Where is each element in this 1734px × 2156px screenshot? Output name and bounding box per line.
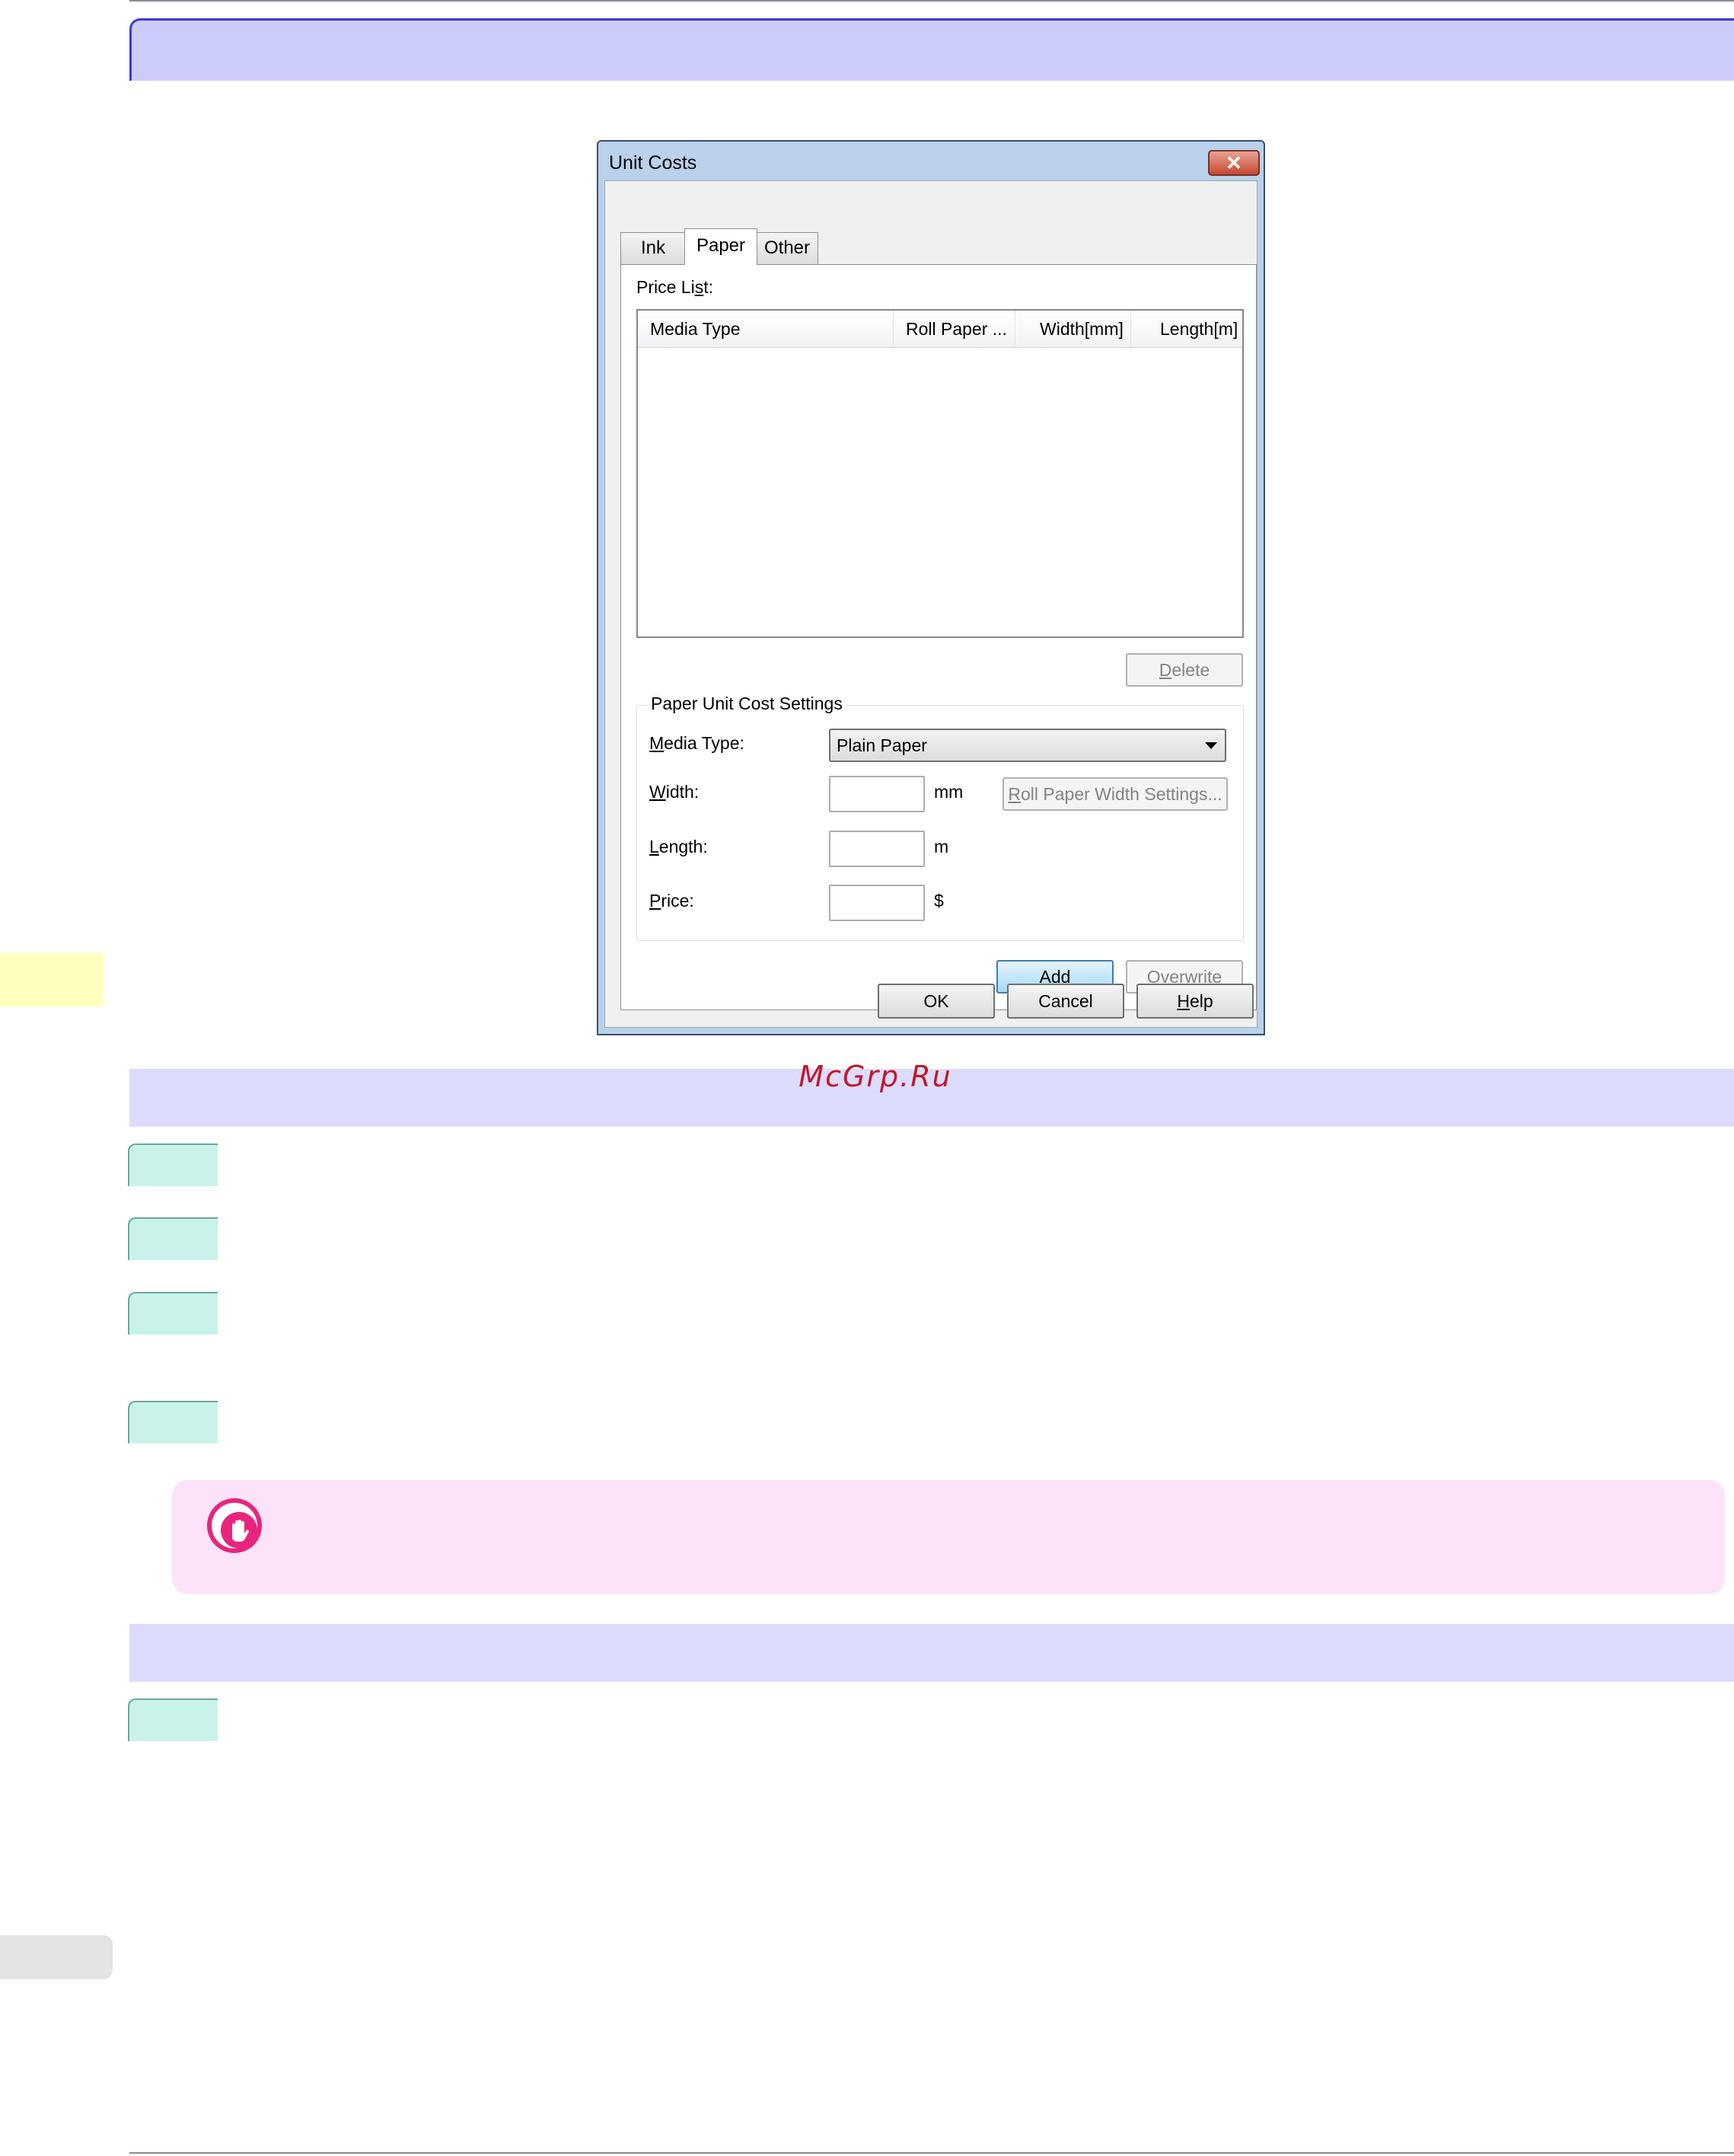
price-unit: $ bbox=[934, 891, 944, 911]
tab-paper[interactable]: Paper bbox=[684, 228, 757, 265]
side-marker-gray bbox=[0, 1935, 113, 1979]
dialog-body: Ink Paper Other Price List: Media Type R… bbox=[604, 180, 1257, 1028]
price-list[interactable]: Media Type Roll Paper ... Width[mm] Leng… bbox=[636, 309, 1244, 638]
price-list-label: Price List: bbox=[636, 277, 713, 297]
bottom-rule bbox=[129, 2152, 1734, 2154]
dialog-title: Unit Costs bbox=[609, 152, 697, 174]
page-title-band bbox=[129, 18, 1734, 81]
price-input[interactable] bbox=[829, 885, 925, 921]
help-button[interactable]: Help bbox=[1136, 984, 1254, 1019]
width-unit: mm bbox=[934, 782, 964, 802]
side-marker-yellow bbox=[0, 953, 104, 1006]
column-roll-paper[interactable]: Roll Paper ... bbox=[894, 311, 1015, 347]
close-icon: ✕ bbox=[1226, 151, 1242, 174]
step-marker-1 bbox=[128, 1143, 218, 1186]
group-title: Paper Unit Cost Settings bbox=[648, 694, 846, 714]
step-marker-4 bbox=[128, 1401, 218, 1443]
length-unit: m bbox=[934, 837, 949, 856]
step-marker-2 bbox=[128, 1217, 218, 1260]
width-label: Width: bbox=[649, 782, 700, 802]
media-type-select[interactable]: Plain Paper bbox=[829, 729, 1226, 762]
width-input[interactable] bbox=[829, 776, 925, 812]
tab-ink-label: Ink bbox=[640, 238, 665, 258]
paper-unit-cost-group: Paper Unit Cost Settings Media Type: Pla… bbox=[636, 694, 1244, 941]
media-type-value: Plain Paper bbox=[837, 735, 927, 755]
paper-tab-panel: Price List: Media Type Roll Paper ... Wi… bbox=[620, 264, 1257, 1010]
media-type-label: Media Type: bbox=[649, 733, 744, 753]
important-note bbox=[172, 1480, 1725, 1594]
close-button[interactable]: ✕ bbox=[1208, 150, 1260, 176]
roll-paper-width-settings-button[interactable]: Roll Paper Width Settings... bbox=[1002, 777, 1228, 811]
chevron-down-icon bbox=[1205, 742, 1217, 749]
tab-other-label: Other bbox=[763, 238, 811, 258]
column-media-type[interactable]: Media Type bbox=[638, 311, 894, 347]
price-label: Price: bbox=[649, 891, 694, 911]
top-rule bbox=[129, 0, 1734, 2]
important-hand-icon bbox=[207, 1498, 262, 1553]
delete-button[interactable]: Delete bbox=[1126, 653, 1243, 687]
tab-other[interactable]: Other bbox=[756, 232, 818, 264]
cancel-button[interactable]: Cancel bbox=[1007, 984, 1124, 1019]
length-input[interactable] bbox=[829, 831, 925, 867]
step-marker-3 bbox=[128, 1292, 218, 1335]
section-band-2 bbox=[129, 1624, 1734, 1682]
tab-paper-label: Paper bbox=[696, 235, 746, 256]
tab-ink[interactable]: Ink bbox=[620, 232, 686, 264]
column-width[interactable]: Width[mm] bbox=[1015, 311, 1131, 347]
watermark: McGrp.Ru bbox=[798, 1060, 952, 1093]
length-label: Length: bbox=[649, 837, 708, 856]
price-list-header: Media Type Roll Paper ... Width[mm] Leng… bbox=[638, 311, 1242, 348]
ok-button[interactable]: OK bbox=[878, 984, 995, 1019]
unit-costs-dialog: Unit Costs ✕ Ink Paper Other Price List:… bbox=[597, 140, 1265, 1035]
column-length[interactable]: Length[m] bbox=[1131, 311, 1242, 347]
step-marker-5 bbox=[128, 1698, 218, 1741]
